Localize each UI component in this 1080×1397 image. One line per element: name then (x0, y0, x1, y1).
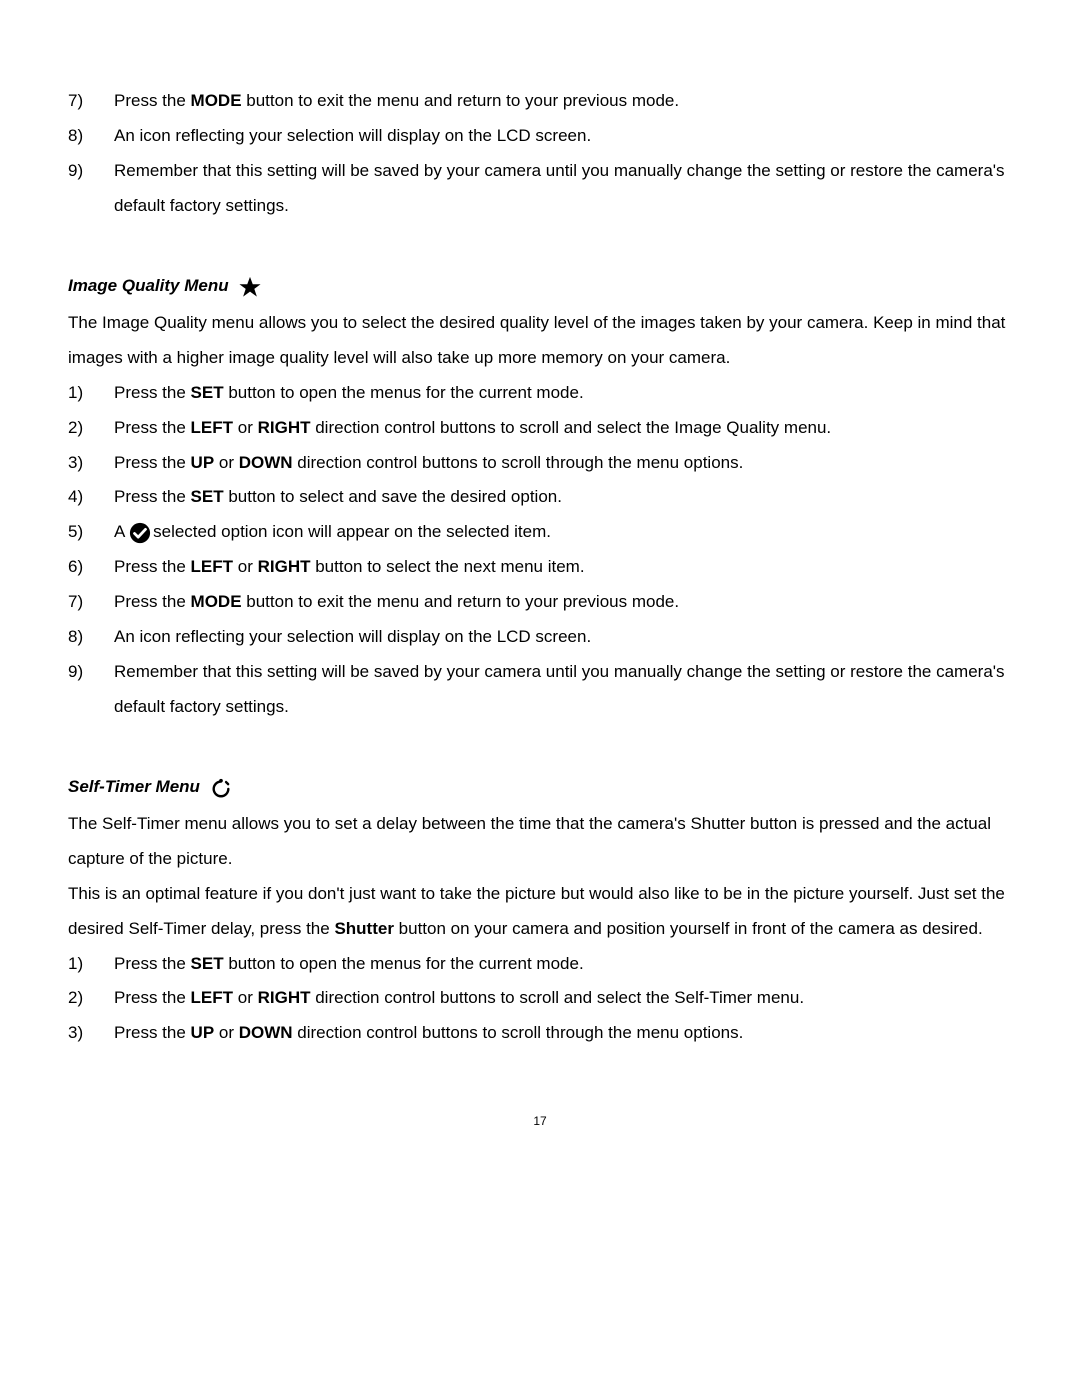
list-text: An icon reflecting your selection will d… (114, 119, 1012, 154)
heading-image-quality: Image Quality Menu (68, 269, 1012, 304)
list-item: 8) An icon reflecting your selection wil… (68, 620, 1012, 655)
list-text: Press the SET button to select and save … (114, 480, 1012, 515)
list-number: 7) (68, 585, 114, 620)
image-quality-list: 1) Press the SET button to open the menu… (68, 376, 1012, 724)
list-number: 9) (68, 154, 114, 224)
list-number: 8) (68, 119, 114, 154)
list-item: 7) Press the MODE button to exit the men… (68, 585, 1012, 620)
list-text: Remember that this setting will be saved… (114, 655, 1012, 725)
list-item: 7) Press the MODE button to exit the men… (68, 84, 1012, 119)
list-text: Press the MODE button to exit the menu a… (114, 585, 1012, 620)
list-number: 4) (68, 480, 114, 515)
list-item: 1) Press the SET button to open the menu… (68, 376, 1012, 411)
list-item: 4) Press the SET button to select and sa… (68, 480, 1012, 515)
list-text: Press the LEFT or RIGHT direction contro… (114, 981, 1012, 1016)
list-number: 2) (68, 411, 114, 446)
intro-text: The Image Quality menu allows you to sel… (68, 306, 1012, 376)
list-item: 1) Press the SET button to open the menu… (68, 947, 1012, 982)
list-text: A selected option icon will appear on th… (114, 515, 1012, 550)
list-item: 8) An icon reflecting your selection wil… (68, 119, 1012, 154)
list-number: 3) (68, 1016, 114, 1051)
list-text: Press the LEFT or RIGHT button to select… (114, 550, 1012, 585)
list-number: 6) (68, 550, 114, 585)
checkmark-icon (129, 522, 151, 544)
star-icon (239, 269, 261, 304)
heading-self-timer: Self-Timer Menu (68, 770, 1012, 805)
list-text: Press the MODE button to exit the menu a… (114, 84, 1012, 119)
list-item: 5) A selected option icon will appear on… (68, 515, 1012, 550)
list-item: 9) Remember that this setting will be sa… (68, 655, 1012, 725)
list-number: 2) (68, 981, 114, 1016)
list-item: 2) Press the LEFT or RIGHT direction con… (68, 981, 1012, 1016)
list-text: Press the SET button to open the menus f… (114, 947, 1012, 982)
list-item: 3) Press the UP or DOWN direction contro… (68, 1016, 1012, 1051)
list-text: Remember that this setting will be saved… (114, 154, 1012, 224)
list-number: 9) (68, 655, 114, 725)
page-number: 17 (68, 1109, 1012, 1134)
list-number: 3) (68, 446, 114, 481)
list-number: 8) (68, 620, 114, 655)
list-number: 1) (68, 947, 114, 982)
list-text: Press the UP or DOWN direction control b… (114, 1016, 1012, 1051)
top-list: 7) Press the MODE button to exit the men… (68, 84, 1012, 223)
list-number: 1) (68, 376, 114, 411)
list-text: Press the UP or DOWN direction control b… (114, 446, 1012, 481)
intro-text: This is an optimal feature if you don't … (68, 877, 1012, 947)
list-item: 6) Press the LEFT or RIGHT button to sel… (68, 550, 1012, 585)
self-timer-list: 1) Press the SET button to open the menu… (68, 947, 1012, 1052)
list-text: Press the SET button to open the menus f… (114, 376, 1012, 411)
list-text: Press the LEFT or RIGHT direction contro… (114, 411, 1012, 446)
list-number: 7) (68, 84, 114, 119)
list-item: 9) Remember that this setting will be sa… (68, 154, 1012, 224)
timer-icon (210, 770, 232, 805)
list-number: 5) (68, 515, 114, 550)
list-item: 2) Press the LEFT or RIGHT direction con… (68, 411, 1012, 446)
list-text: An icon reflecting your selection will d… (114, 620, 1012, 655)
list-item: 3) Press the UP or DOWN direction contro… (68, 446, 1012, 481)
intro-text: The Self-Timer menu allows you to set a … (68, 807, 1012, 877)
